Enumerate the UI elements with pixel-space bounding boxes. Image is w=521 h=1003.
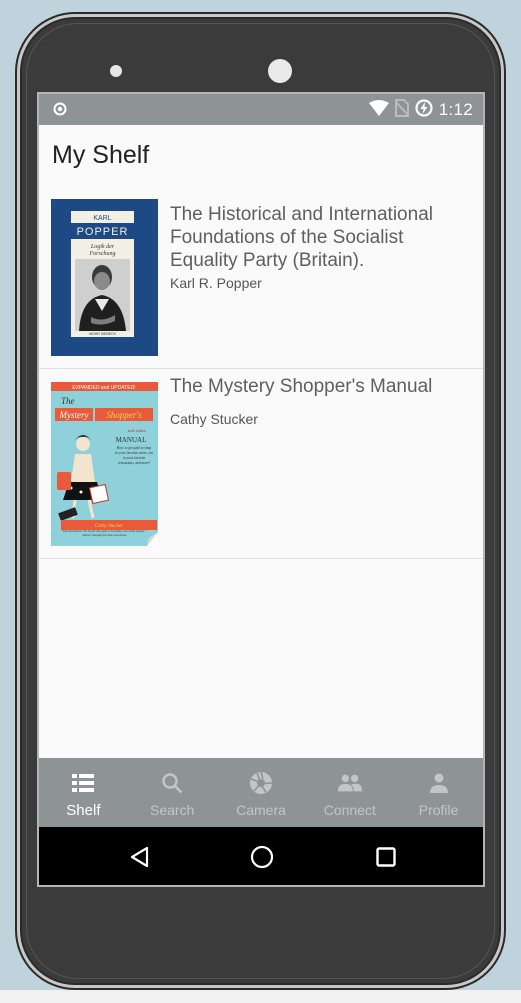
no-sim-icon xyxy=(393,98,410,122)
cover-banner: EXPANDED and UPDATED! xyxy=(72,385,135,391)
status-time: 1:12 xyxy=(438,100,473,119)
nav-label-connect: Connect xyxy=(323,802,376,818)
cover-manual: MANUAL xyxy=(116,436,147,444)
cover-subtitle-2: Forschung xyxy=(89,251,116,257)
camera-aperture-icon xyxy=(248,770,274,796)
nav-item-connect[interactable]: Connect xyxy=(305,758,394,827)
nav-label-shelf: Shelf xyxy=(66,802,101,819)
status-bar: 1:12 xyxy=(39,94,483,125)
notification-target-icon xyxy=(53,102,67,116)
people-icon xyxy=(337,770,363,796)
cover-mystery: Mystery xyxy=(59,410,89,420)
book-title[interactable]: The Mystery Shopper's Manual xyxy=(170,375,470,398)
phone-sensor-dot xyxy=(110,65,122,77)
cover-shoppers: Shopper's xyxy=(106,410,142,420)
cover-subtitle-1: Logik der xyxy=(90,244,115,250)
phone-camera xyxy=(268,59,292,83)
book-cover-popper[interactable]: KARL POPPER Logik der Forschung MOHR SIE… xyxy=(51,199,158,356)
status-icons: 1:12 xyxy=(368,98,473,122)
cover-author-top: KARL xyxy=(93,215,111,222)
recents-square-icon[interactable] xyxy=(373,844,399,870)
person-icon xyxy=(426,770,452,796)
book-author: Cathy Stucker xyxy=(170,411,258,427)
nav-item-search[interactable]: Search xyxy=(128,758,217,827)
page-background-strip xyxy=(0,990,521,1003)
shelf-content: My Shelf KARL POPPER Logik der Forschung xyxy=(39,125,483,758)
search-icon xyxy=(159,770,185,796)
cover-author-name: POPPER xyxy=(77,226,129,238)
bottom-navigation: Shelf Search Camera Connect Profile xyxy=(39,758,483,827)
book-title[interactable]: The Historical and International Foundat… xyxy=(170,203,470,272)
system-navigation-bar xyxy=(39,827,483,885)
cover-the: The xyxy=(61,396,75,406)
cover-quote: "Solid information. The top-flit only gu… xyxy=(61,530,148,537)
cover-edition: sixth edition xyxy=(128,429,147,433)
home-circle-icon[interactable] xyxy=(249,844,275,870)
nav-label-profile: Profile xyxy=(418,802,459,818)
nav-label-camera: Camera xyxy=(236,802,286,818)
book-author: Karl R. Popper xyxy=(170,275,262,291)
book-list-item[interactable]: EXPANDED and UPDATED! The Mystery Shoppe… xyxy=(39,369,483,559)
cover-blurb: How to get paid to shop in your favorite… xyxy=(115,446,153,465)
cover-byline: Cathy Stucker xyxy=(95,524,123,529)
battery-charging-icon xyxy=(415,98,433,122)
page-title: My Shelf xyxy=(52,141,150,169)
back-triangle-icon[interactable] xyxy=(127,844,153,870)
book-list-item[interactable]: KARL POPPER Logik der Forschung MOHR SIE… xyxy=(39,197,483,369)
nav-item-camera[interactable]: Camera xyxy=(217,758,306,827)
nav-label-search: Search xyxy=(150,802,195,818)
cover-publisher: MOHR SIEBECK xyxy=(89,332,117,336)
shelf-list-icon xyxy=(70,770,96,796)
phone-screen: 1:12 My Shelf KARL POPPER Logik der Fors… xyxy=(37,92,485,887)
book-cover-mystery-shopper[interactable]: EXPANDED and UPDATED! The Mystery Shoppe… xyxy=(51,382,158,546)
wifi-icon xyxy=(368,99,389,121)
nav-item-profile[interactable]: Profile xyxy=(394,758,483,827)
nav-item-shelf[interactable]: Shelf xyxy=(39,758,128,827)
